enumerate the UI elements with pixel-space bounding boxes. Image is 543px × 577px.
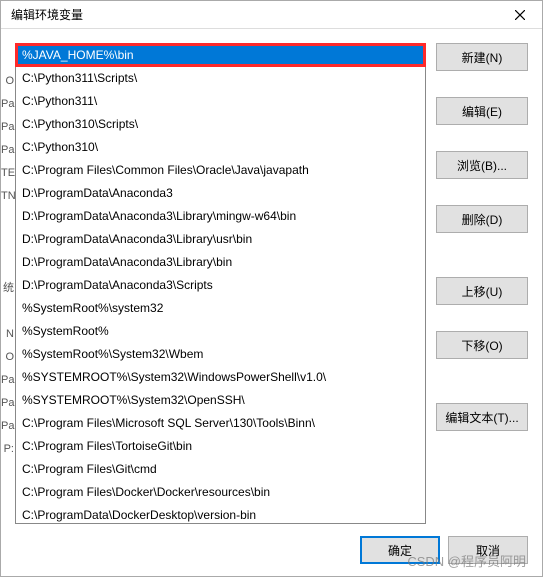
list-item[interactable]: C:\Python311\	[16, 90, 425, 113]
background-fragments: OPaPaPaTETN统NOPaPaPaP:	[1, 1, 15, 576]
list-item[interactable]: %SYSTEMROOT%\System32\WindowsPowerShell\…	[16, 366, 425, 389]
list-item[interactable]: %SystemRoot%\System32\Wbem	[16, 343, 425, 366]
list-item[interactable]: %SystemRoot%	[16, 320, 425, 343]
sidebar-buttons: 新建(N) 编辑(E) 浏览(B)... 删除(D) 上移(U) 下移(O) 编…	[436, 43, 528, 524]
movedown-button[interactable]: 下移(O)	[436, 331, 528, 359]
delete-button[interactable]: 删除(D)	[436, 205, 528, 233]
list-item[interactable]: %SystemRoot%\system32	[16, 297, 425, 320]
list-item[interactable]: C:\Python310\	[16, 136, 425, 159]
env-var-dialog: 编辑环境变量 OPaPaPaTETN统NOPaPaPaP: %JAVA_HOME…	[0, 0, 543, 577]
titlebar: 编辑环境变量	[1, 1, 542, 29]
list-item[interactable]: C:\Program Files\Microsoft SQL Server\13…	[16, 412, 425, 435]
list-item[interactable]: D:\ProgramData\Anaconda3\Scripts	[16, 274, 425, 297]
moveup-button[interactable]: 上移(U)	[436, 277, 528, 305]
cancel-button[interactable]: 取消	[448, 536, 528, 564]
close-button[interactable]	[500, 1, 540, 29]
path-listbox[interactable]: %JAVA_HOME%\binC:\Python311\Scripts\C:\P…	[15, 43, 426, 524]
list-item[interactable]: %JAVA_HOME%\bin	[16, 44, 425, 67]
ok-button[interactable]: 确定	[360, 536, 440, 564]
edit-button[interactable]: 编辑(E)	[436, 97, 528, 125]
browse-button[interactable]: 浏览(B)...	[436, 151, 528, 179]
dialog-footer: 确定 取消	[1, 524, 542, 576]
dialog-content: OPaPaPaTETN统NOPaPaPaP: %JAVA_HOME%\binC:…	[1, 29, 542, 524]
titlebar-title: 编辑环境变量	[11, 6, 83, 23]
list-item[interactable]: C:\Program Files\Git\cmd	[16, 458, 425, 481]
list-item[interactable]: D:\ProgramData\Anaconda3	[16, 182, 425, 205]
list-item[interactable]: D:\ProgramData\Anaconda3\Library\bin	[16, 251, 425, 274]
close-icon	[515, 10, 525, 20]
list-wrap: %JAVA_HOME%\binC:\Python311\Scripts\C:\P…	[15, 43, 426, 524]
list-item[interactable]: C:\ProgramData\DockerDesktop\version-bin	[16, 504, 425, 524]
list-item[interactable]: C:\Program Files\Common Files\Oracle\Jav…	[16, 159, 425, 182]
list-item[interactable]: C:\Python310\Scripts\	[16, 113, 425, 136]
edittext-button[interactable]: 编辑文本(T)...	[436, 403, 528, 431]
list-item[interactable]: C:\Python311\Scripts\	[16, 67, 425, 90]
list-item[interactable]: C:\Program Files\Docker\Docker\resources…	[16, 481, 425, 504]
list-item[interactable]: C:\Program Files\TortoiseGit\bin	[16, 435, 425, 458]
list-item[interactable]: D:\ProgramData\Anaconda3\Library\mingw-w…	[16, 205, 425, 228]
list-item[interactable]: %SYSTEMROOT%\System32\OpenSSH\	[16, 389, 425, 412]
new-button[interactable]: 新建(N)	[436, 43, 528, 71]
list-item[interactable]: D:\ProgramData\Anaconda3\Library\usr\bin	[16, 228, 425, 251]
